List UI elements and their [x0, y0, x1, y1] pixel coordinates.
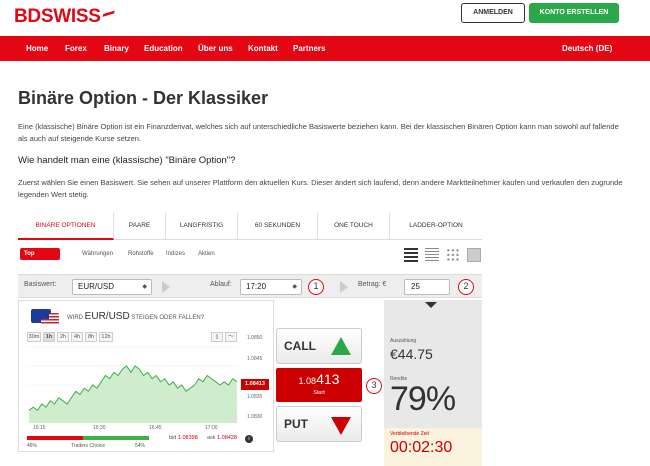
language-selector[interactable]: Deutsch (DE) [562, 36, 612, 61]
main-navigation: Home Forex Binary Education Über uns Kon… [0, 36, 650, 61]
subtab-currencies[interactable]: Währungen [82, 248, 113, 260]
basiswert-label: Basiswert: [24, 281, 57, 288]
traders-choice-bar [27, 436, 149, 440]
return-value: 79% [390, 380, 456, 418]
nav-education[interactable]: Education [144, 36, 183, 61]
nav-contact[interactable]: Kontakt [248, 36, 278, 61]
tab-60-seconds[interactable]: 60 SEKUNDEN [238, 212, 318, 240]
grid-view-icon[interactable] [446, 248, 460, 262]
put-share-bar [27, 436, 84, 440]
expiry-label: Ablauf: [210, 281, 232, 288]
subtab-top-assets[interactable]: Top Basiswerte [20, 248, 60, 269]
tab-one-touch[interactable]: ONE TOUCH [318, 212, 390, 240]
x-tick: 16:45 [149, 425, 162, 431]
arrow-down-icon [331, 417, 351, 435]
explanation-paragraph: Zuerst wählen Sie einen Basiswert. Sie s… [18, 178, 623, 199]
arrow-up-icon [331, 337, 351, 355]
amount-label: Betrag: € [358, 281, 387, 288]
remaining-time-value: 00:02:30 [390, 439, 453, 456]
create-account-button[interactable]: KONTO ERSTELLEN [529, 3, 619, 23]
eur-usd-flag-icon [31, 309, 59, 325]
compact-list-icon[interactable] [425, 248, 439, 262]
step-separator-icon [340, 279, 350, 295]
option-type-tabs: BINÄRE OPTIONEN PAARE LANGFRISTIG 60 SEK… [18, 212, 482, 240]
trading-widget: BINÄRE OPTIONEN PAARE LANGFRISTIG 60 SEK… [18, 212, 482, 466]
call-share-bar [83, 436, 149, 440]
y-tick: 1.0835 [247, 394, 263, 400]
tab-pairs[interactable]: PAARE [114, 212, 166, 240]
list-view-icon[interactable] [404, 248, 418, 262]
x-tick: 16:30 [93, 425, 106, 431]
subtab-indices[interactable]: Indizes [166, 248, 185, 260]
tab-binary-options[interactable]: BINÄRE OPTIONEN [18, 212, 114, 240]
put-button[interactable]: PUT [276, 406, 362, 442]
expiry-select[interactable]: 17:20 ◆ [240, 279, 302, 295]
price-area-fill [29, 366, 237, 423]
call-share-value: 54% [135, 443, 146, 449]
step-1-badge: 1 [308, 279, 324, 295]
x-tick: 16:15 [33, 425, 46, 431]
x-tick: 17:00 [205, 425, 218, 431]
step-3-badge: 3 [366, 378, 382, 394]
top-header: BDSWISS ANMELDEN KONTO ERSTELLEN [0, 0, 650, 36]
y-tick: 1.0845 [247, 356, 263, 362]
nav-forex[interactable]: Forex [65, 36, 87, 61]
price-chart-panel: WIRD EUR/USD STEIGEN ODER FALLEN? 30m 1h… [18, 300, 274, 452]
trade-settings-bar: Basiswert: EUR/USD ◆ Ablauf: 17:20 ◆ 1 Bet… [18, 274, 482, 298]
current-price-tag: 1.08413 [241, 379, 269, 390]
nav-about[interactable]: Über uns [198, 36, 233, 61]
tab-ladder-option[interactable]: LADDER-OPTION [390, 212, 482, 240]
nav-home[interactable]: Home [26, 36, 48, 61]
chart-question: WIRD EUR/USD STEIGEN ODER FALLEN? [67, 311, 205, 322]
price-area-chart [27, 346, 239, 424]
intro-paragraph: Eine (klassische) Binäre Option ist ein … [18, 122, 619, 143]
subtab-stocks[interactable]: Aktien [198, 248, 215, 260]
remaining-time-label: Verbleibende Zeit [390, 431, 429, 437]
current-price-box: 1.08413 Start [276, 368, 362, 402]
nav-binary[interactable]: Binary [104, 36, 129, 61]
tab-long-term[interactable]: LANGFRISTIG [166, 212, 238, 240]
payout-value: €44.75 [390, 346, 433, 362]
info-icon[interactable]: i [245, 435, 253, 443]
payout-info-panel: Auszahlung €44.75 Rendite 79% Verbleiben… [384, 300, 482, 466]
ask-price: ask 1.08428 [207, 435, 237, 441]
payout-label: Auszahlung [390, 338, 417, 344]
y-tick: 1.0830 [247, 414, 263, 420]
tile-view-icon[interactable] [467, 248, 481, 262]
login-button[interactable]: ANMELDEN [461, 3, 525, 23]
chevron-down-icon: ◆ [142, 284, 147, 290]
asset-select[interactable]: EUR/USD ◆ [72, 279, 152, 295]
remaining-time-box: Verbleibende Zeit 00:02:30 [384, 428, 482, 466]
step-2-badge: 2 [458, 279, 474, 295]
y-tick: 1.0850 [247, 335, 263, 341]
subtab-commodities[interactable]: Rohstoffe [128, 248, 154, 260]
pointer-down-icon [425, 302, 437, 308]
bdswiss-logo[interactable]: BDSWISS [14, 6, 115, 28]
chevron-down-icon: ◆ [292, 284, 297, 290]
page-title: Binäre Option - Der Klassiker [18, 88, 269, 108]
put-share-value: 46% [27, 443, 38, 449]
traders-choice-label: Traders Choice [71, 443, 105, 449]
section-heading: Wie handelt man eine (klassische) "Binär… [18, 155, 236, 166]
call-button[interactable]: CALL [276, 328, 362, 364]
trade-direction-panel: CALL 1.08413 Start 3 PUT [274, 300, 384, 452]
step-separator-icon [162, 279, 172, 295]
chart-pair: EUR/USD [84, 311, 130, 322]
nav-partners[interactable]: Partners [293, 36, 325, 61]
amount-input[interactable]: 25 [404, 279, 450, 295]
bid-price: bid 1.08398 [169, 435, 198, 441]
